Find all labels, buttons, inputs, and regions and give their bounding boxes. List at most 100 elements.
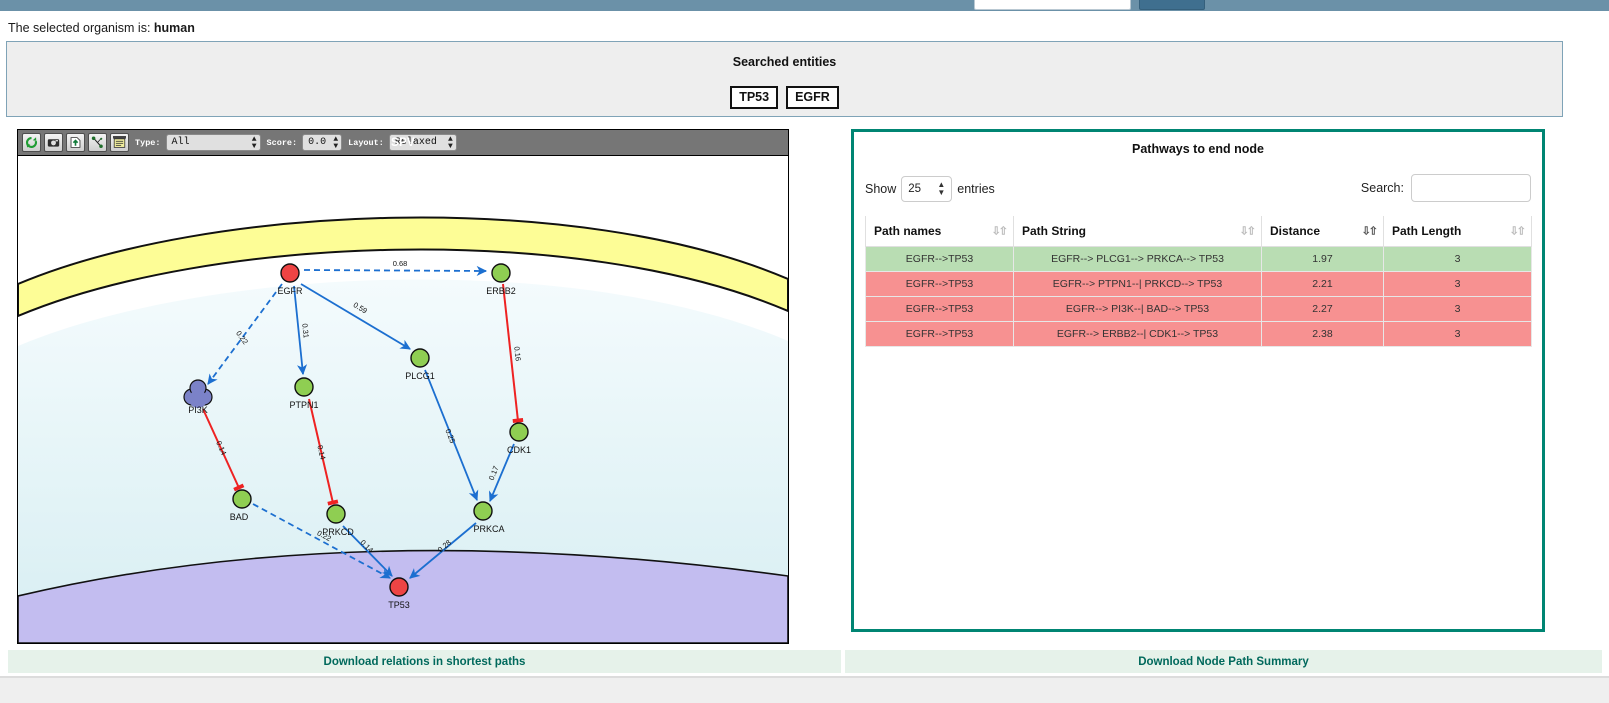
organism-name: human bbox=[153, 21, 195, 35]
refresh-icon[interactable] bbox=[22, 133, 41, 152]
node-label-PI3K: PI3K bbox=[188, 405, 208, 415]
entries-label: entries bbox=[957, 182, 995, 196]
cell-distance: 2.38 bbox=[1261, 321, 1384, 347]
page-length-select[interactable]: 25 ▲ ▼ bbox=[901, 176, 953, 202]
type-filter-value: All bbox=[171, 137, 190, 148]
download-node-path-summary-link[interactable]: Download Node Path Summary bbox=[1138, 656, 1309, 668]
column-label: Path String bbox=[1022, 224, 1087, 238]
node-label-TP53: TP53 bbox=[388, 600, 410, 610]
node-label-ERBB2: ERBB2 bbox=[486, 286, 516, 296]
legend-toggle-icon[interactable] bbox=[110, 133, 129, 152]
node-PRKCA[interactable] bbox=[473, 501, 493, 521]
column-header-path-string[interactable]: Path String ⇩⇧ bbox=[1013, 216, 1262, 247]
column-label: Path names bbox=[874, 224, 942, 238]
cell-path-length: 3 bbox=[1383, 321, 1532, 347]
chevron-updown-icon: ▲ ▼ bbox=[333, 135, 339, 151]
cell-path-names: EGFR-->TP53 bbox=[865, 296, 1014, 322]
table-search-control: Search: bbox=[1361, 174, 1531, 202]
node-ERBB2[interactable] bbox=[491, 263, 511, 283]
cell-path-names: EGFR-->TP53 bbox=[865, 271, 1014, 297]
node-label-BAD: BAD bbox=[230, 512, 249, 522]
layout-select-label: Layout: bbox=[348, 137, 384, 148]
layout-select[interactable]: Relaxed ▲ ▼ bbox=[388, 134, 457, 151]
header-gap bbox=[0, 11, 1609, 17]
camera-icon[interactable] bbox=[44, 133, 63, 152]
column-header-distance[interactable]: Distance ⇩⇧ bbox=[1261, 216, 1384, 247]
node-CDK1[interactable] bbox=[509, 422, 529, 442]
network-icon[interactable] bbox=[88, 133, 107, 152]
table-search-input[interactable] bbox=[1411, 174, 1531, 202]
node-PRKCD[interactable] bbox=[326, 504, 346, 524]
node-label-PRKCD: PRKCD bbox=[322, 527, 354, 537]
table-body: EGFR-->TP53 EGFR--> PLCG1--> PRKCA--> TP… bbox=[865, 246, 1532, 347]
entity-chip-tp53[interactable]: TP53 bbox=[730, 86, 779, 109]
header-search-button[interactable] bbox=[1139, 0, 1205, 10]
cell-distance: 2.27 bbox=[1261, 296, 1384, 322]
header-search-input[interactable] bbox=[974, 0, 1131, 10]
selected-organism-text: The selected organism is: human bbox=[8, 21, 195, 35]
chevron-updown-icon: ▲ ▼ bbox=[251, 135, 257, 151]
score-filter-value: 0.0 bbox=[308, 137, 327, 148]
type-filter-label: Type: bbox=[135, 137, 161, 148]
edge-label-ERBB2-CDK1: 0.16 bbox=[512, 346, 522, 361]
table-header-row: Path names ⇩⇧ Path String ⇩⇧ Distance ⇩⇧… bbox=[865, 216, 1532, 247]
cell-path-names: EGFR-->TP53 bbox=[865, 321, 1014, 347]
node-TP53[interactable] bbox=[389, 577, 409, 597]
type-filter-select[interactable]: All ▲ ▼ bbox=[165, 134, 261, 151]
download-relations-footer[interactable]: Download relations in shortest paths bbox=[8, 650, 841, 673]
cell-path-string: EGFR--> ERBB2--| CDK1--> TP53 bbox=[1013, 321, 1262, 347]
search-label: Search: bbox=[1360, 181, 1404, 195]
table-row[interactable]: EGFR-->TP53 EGFR--> PLCG1--> PRKCA--> TP… bbox=[865, 246, 1532, 272]
edge-label-EGFR-ERBB2: 0.68 bbox=[393, 259, 408, 268]
download-summary-footer[interactable]: Download Node Path Summary bbox=[845, 650, 1602, 673]
edge-label-EGFR-PTPN1: 0.31 bbox=[300, 323, 310, 338]
entity-chip-egfr[interactable]: EGFR bbox=[786, 86, 839, 109]
layout-select-value: Relaxed bbox=[394, 137, 437, 148]
table-row[interactable]: EGFR-->TP53 EGFR--> PI3K--| BAD--> TP53 … bbox=[865, 296, 1532, 322]
cell-path-length: 3 bbox=[1383, 246, 1532, 272]
cell-distance: 2.21 bbox=[1261, 271, 1384, 297]
node-EGFR[interactable] bbox=[280, 263, 300, 283]
download-relations-link[interactable]: Download relations in shortest paths bbox=[324, 656, 526, 668]
graph-toolbar: Type: All ▲ ▼ Score: 0.0 ▲ ▼ Layout: Relax… bbox=[18, 130, 788, 156]
show-label: Show bbox=[865, 182, 897, 196]
cell-path-string: EGFR--> PI3K--| BAD--> TP53 bbox=[1013, 296, 1262, 322]
node-PTPN1[interactable] bbox=[294, 377, 314, 397]
node-label-PTPN1: PTPN1 bbox=[289, 400, 318, 410]
node-label-PLCG1: PLCG1 bbox=[405, 371, 435, 381]
organism-prefix: The selected organism is: bbox=[8, 21, 154, 35]
graph-canvas[interactable]: 0.68 0.22 0.31 0.59 0.16 0.14 0.14 0.25 bbox=[18, 156, 788, 643]
pathway-graph-svg[interactable]: 0.68 0.22 0.31 0.59 0.16 0.14 0.14 0.25 bbox=[18, 156, 788, 643]
export-icon[interactable] bbox=[66, 133, 85, 152]
pathways-table-title: Pathways to end node bbox=[1132, 142, 1264, 156]
datatable-controls: Show 25 ▲ ▼ entries Search: bbox=[865, 172, 1531, 206]
cell-path-length: 3 bbox=[1383, 296, 1532, 322]
searched-entities-title: Searched entities bbox=[732, 55, 837, 69]
searched-entities-panel: Searched entities TP53 EGFR bbox=[6, 41, 1563, 117]
node-label-EGFR: EGFR bbox=[277, 286, 303, 296]
node-PLCG1[interactable] bbox=[410, 348, 430, 368]
cell-path-string: EGFR--> PLCG1--> PRKCA--> TP53 bbox=[1013, 246, 1262, 272]
chevron-updown-icon: ▲ ▼ bbox=[448, 135, 453, 151]
graph-panel: Type: All ▲ ▼ Score: 0.0 ▲ ▼ Layout: Relax… bbox=[17, 129, 789, 644]
node-BAD[interactable] bbox=[232, 489, 252, 509]
sort-icon: ⇩⇧ bbox=[1509, 225, 1527, 238]
column-header-path-length[interactable]: Path Length ⇩⇧ bbox=[1383, 216, 1532, 247]
page-length-control: Show 25 ▲ ▼ entries bbox=[865, 176, 995, 202]
table-row[interactable]: EGFR-->TP53 EGFR--> PTPN1--| PRKCD--> TP… bbox=[865, 271, 1532, 297]
table-row[interactable]: EGFR-->TP53 EGFR--> ERBB2--| CDK1--> TP5… bbox=[865, 321, 1532, 347]
bottom-strip bbox=[0, 678, 1609, 703]
score-filter-label: Score: bbox=[266, 137, 298, 148]
column-header-path-names[interactable]: Path names ⇩⇧ bbox=[865, 216, 1014, 247]
page-length-value: 25 bbox=[908, 183, 922, 195]
pathways-table-panel: Pathways to end node Show 25 ▲ ▼ entries … bbox=[851, 129, 1545, 703]
score-filter-stepper[interactable]: 0.0 ▲ ▼ bbox=[302, 134, 343, 151]
searched-entities-chips: TP53 EGFR bbox=[7, 86, 1562, 109]
sort-icon-active: ⇩⇧ bbox=[1361, 225, 1379, 238]
cell-path-length: 3 bbox=[1383, 271, 1532, 297]
sort-icon: ⇩⇧ bbox=[991, 225, 1009, 238]
column-label: Distance bbox=[1270, 224, 1321, 238]
cell-path-names: EGFR-->TP53 bbox=[865, 246, 1014, 272]
cell-distance: 1.97 bbox=[1261, 246, 1384, 272]
app-root: The selected organism is: human Searched… bbox=[0, 0, 1609, 703]
